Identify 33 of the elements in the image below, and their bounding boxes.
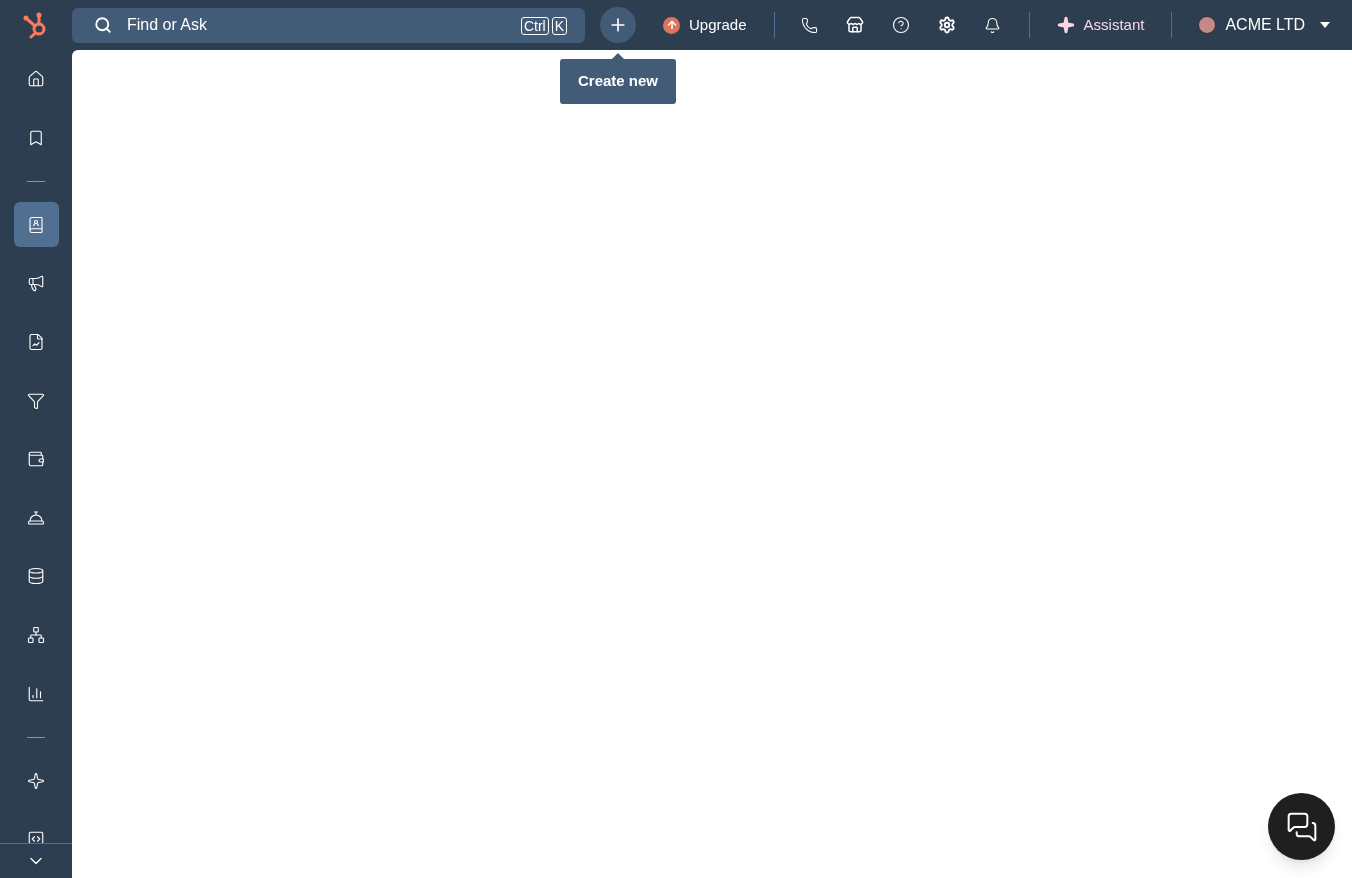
chart-document-icon	[27, 332, 45, 351]
funnel-icon	[27, 391, 45, 410]
tooltip: Create new	[560, 59, 676, 104]
chat-icon	[1285, 810, 1318, 843]
bell-icon	[27, 508, 45, 527]
shortcut-key: K	[551, 16, 567, 35]
sparkle-icon	[27, 771, 45, 790]
hierarchy-icon	[27, 625, 45, 644]
settings-icon[interactable]	[937, 16, 956, 34]
help-icon[interactable]	[891, 16, 910, 34]
tooltip-arrow-icon	[612, 53, 624, 59]
megaphone-icon	[27, 274, 45, 293]
code-icon	[27, 830, 45, 843]
shortcut-key: Ctrl	[520, 16, 549, 35]
account-menu[interactable]: ACME LTD	[1198, 13, 1331, 37]
wallet-icon	[27, 450, 45, 469]
phone-icon[interactable]	[800, 16, 818, 34]
upgrade-icon	[663, 16, 680, 34]
sparkle-icon	[1056, 16, 1075, 34]
search-icon	[94, 16, 112, 34]
contacts-book-icon	[27, 215, 45, 234]
avatar-icon	[1198, 16, 1217, 34]
caret-icon	[1320, 22, 1331, 28]
sidebar-item[interactable]	[13, 202, 59, 248]
create-button[interactable]	[600, 7, 636, 43]
home-icon	[27, 70, 45, 88]
bookmark-icon	[27, 128, 45, 147]
upgrade-button[interactable]: Upgrade	[663, 13, 747, 37]
assistant-button[interactable]: Assistant	[1056, 13, 1145, 37]
bar-chart-icon	[27, 684, 45, 703]
database-icon	[27, 567, 45, 586]
store-icon[interactable]	[845, 16, 864, 34]
notifications-icon[interactable]	[983, 16, 1001, 34]
